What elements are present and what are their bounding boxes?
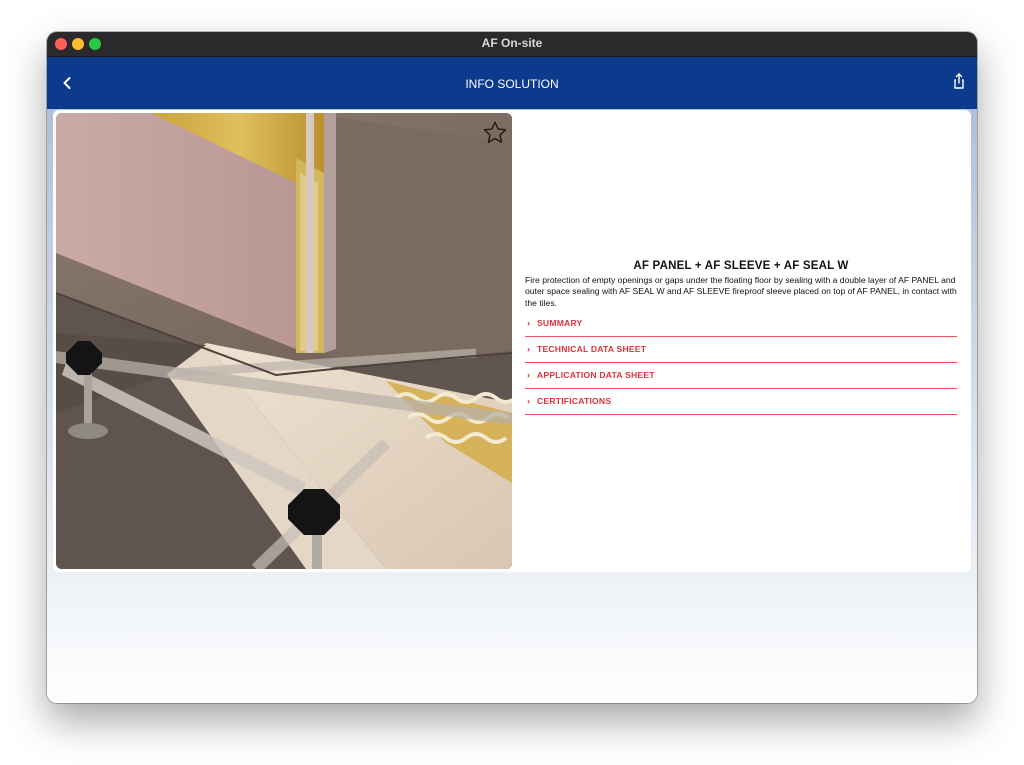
section-application-data-sheet[interactable]: › APPLICATION DATA SHEET (525, 363, 957, 389)
star-outline-icon (483, 121, 507, 143)
section-summary[interactable]: › SUMMARY (525, 311, 957, 337)
window-title: AF On-site (481, 36, 543, 50)
desktop: AF On-site INFO SOLUTION AF PANEL + AF S… (0, 0, 1024, 765)
chevron-right-icon: › (527, 344, 530, 355)
product-title: AF PANEL + AF SLEEVE + AF SEAL W (633, 260, 849, 272)
section-label: SUMMARY (537, 318, 583, 329)
share-icon (954, 73, 964, 89)
app-window: AF On-site INFO SOLUTION AF PANEL + AF S… (47, 32, 977, 703)
chevron-right-icon: › (527, 318, 530, 329)
section-certifications[interactable]: › CERTIFICATIONS (525, 389, 957, 415)
page-title: INFO SOLUTION (465, 77, 559, 91)
chevron-right-icon: › (527, 396, 530, 407)
section-label: CERTIFICATIONS (537, 396, 612, 407)
solution-illustration (56, 113, 512, 569)
section-label: TECHNICAL DATA SHEET (537, 344, 647, 355)
section-technical-data-sheet[interactable]: › TECHNICAL DATA SHEET (525, 337, 957, 363)
share-button[interactable] (947, 70, 971, 94)
section-list: › SUMMARY › TECHNICAL DATA SHEET › APPLI… (525, 311, 957, 415)
solution-card: AF PANEL + AF SLEEVE + AF SEAL W Fire pr… (53, 110, 971, 572)
favorite-button[interactable] (481, 119, 509, 147)
solution-info: AF PANEL + AF SLEEVE + AF SEAL W Fire pr… (525, 260, 957, 415)
product-description: Fire protection of empty openings or gap… (525, 275, 957, 308)
chevron-right-icon: › (527, 370, 530, 381)
navigation-bar: INFO SOLUTION (47, 57, 977, 109)
section-label: APPLICATION DATA SHEET (537, 370, 655, 381)
window-titlebar: AF On-site (47, 32, 977, 57)
